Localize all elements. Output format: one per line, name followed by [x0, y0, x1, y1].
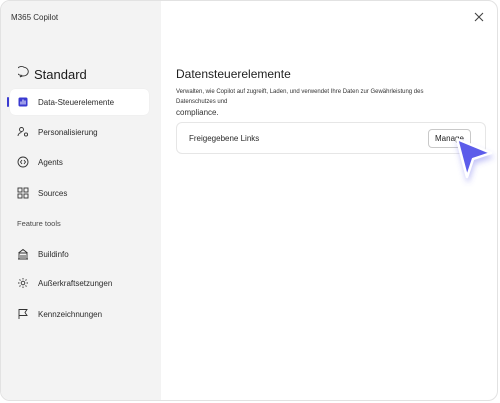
pointer-cursor-icon [451, 131, 497, 187]
sidebar-item-label: Außerkraftsetzungen [38, 278, 113, 288]
standard-header: Standard [16, 65, 87, 83]
sidebar-item-sources[interactable]: Sources [10, 180, 149, 206]
close-button[interactable] [472, 11, 486, 25]
sidebar-item-agents[interactable]: Agents [10, 149, 149, 175]
gear-icon [17, 277, 29, 289]
sidebar-item-label: Agents [38, 157, 63, 167]
sidebar: M365 Copilot Standard Data-Steuerelement… [1, 1, 161, 400]
description-line-1: Verwalten, wie Copilot auf zugreift, Lad… [176, 89, 424, 105]
shared-links-label: Freigegebene Links [189, 133, 260, 143]
sidebar-item-label: Buildinfo [38, 249, 69, 259]
code-agent-icon [17, 156, 29, 168]
sidebar-item-labels[interactable]: Kennzeichnungen [10, 301, 149, 327]
sidebar-item-label: Data-Steuerelemente [38, 97, 115, 107]
sidebar-item-buildinfo[interactable]: Buildinfo [10, 241, 149, 267]
page-title: Datensteuerelemente [176, 67, 291, 81]
sidebar-item-personalization[interactable]: Personalisierung [10, 119, 149, 145]
chat-bubble-icon [16, 65, 30, 83]
flag-icon [17, 308, 29, 320]
app-title: M365 Copilot [11, 13, 59, 22]
copilot-settings-window: M365 Copilot Standard Data-Steuerelement… [0, 0, 498, 401]
close-icon [474, 9, 484, 27]
section-label-feature-tools: Feature tools [17, 219, 61, 228]
sidebar-item-data-controls[interactable]: Data-Steuerelemente [7, 89, 149, 115]
sidebar-item-overrides[interactable]: Außerkraftsetzungen [10, 270, 149, 296]
building-icon [17, 248, 29, 260]
standard-label: Standard [34, 66, 87, 82]
sidebar-item-label: Sources [38, 188, 68, 198]
description-line-2: compliance. [176, 108, 219, 118]
apps-grid-icon [17, 187, 29, 199]
shared-links-card: Freigegebene Links Manage [176, 122, 486, 154]
main-panel: Datensteuerelemente Verwalten, wie Copil… [161, 1, 497, 400]
bar-chart-icon [17, 96, 29, 108]
person-settings-icon [17, 126, 29, 138]
page-description: Verwalten, wie Copilot auf zugreift, Lad… [176, 88, 461, 118]
sidebar-item-label: Kennzeichnungen [38, 309, 103, 319]
active-indicator [7, 97, 9, 107]
sidebar-item-label: Personalisierung [38, 127, 98, 137]
